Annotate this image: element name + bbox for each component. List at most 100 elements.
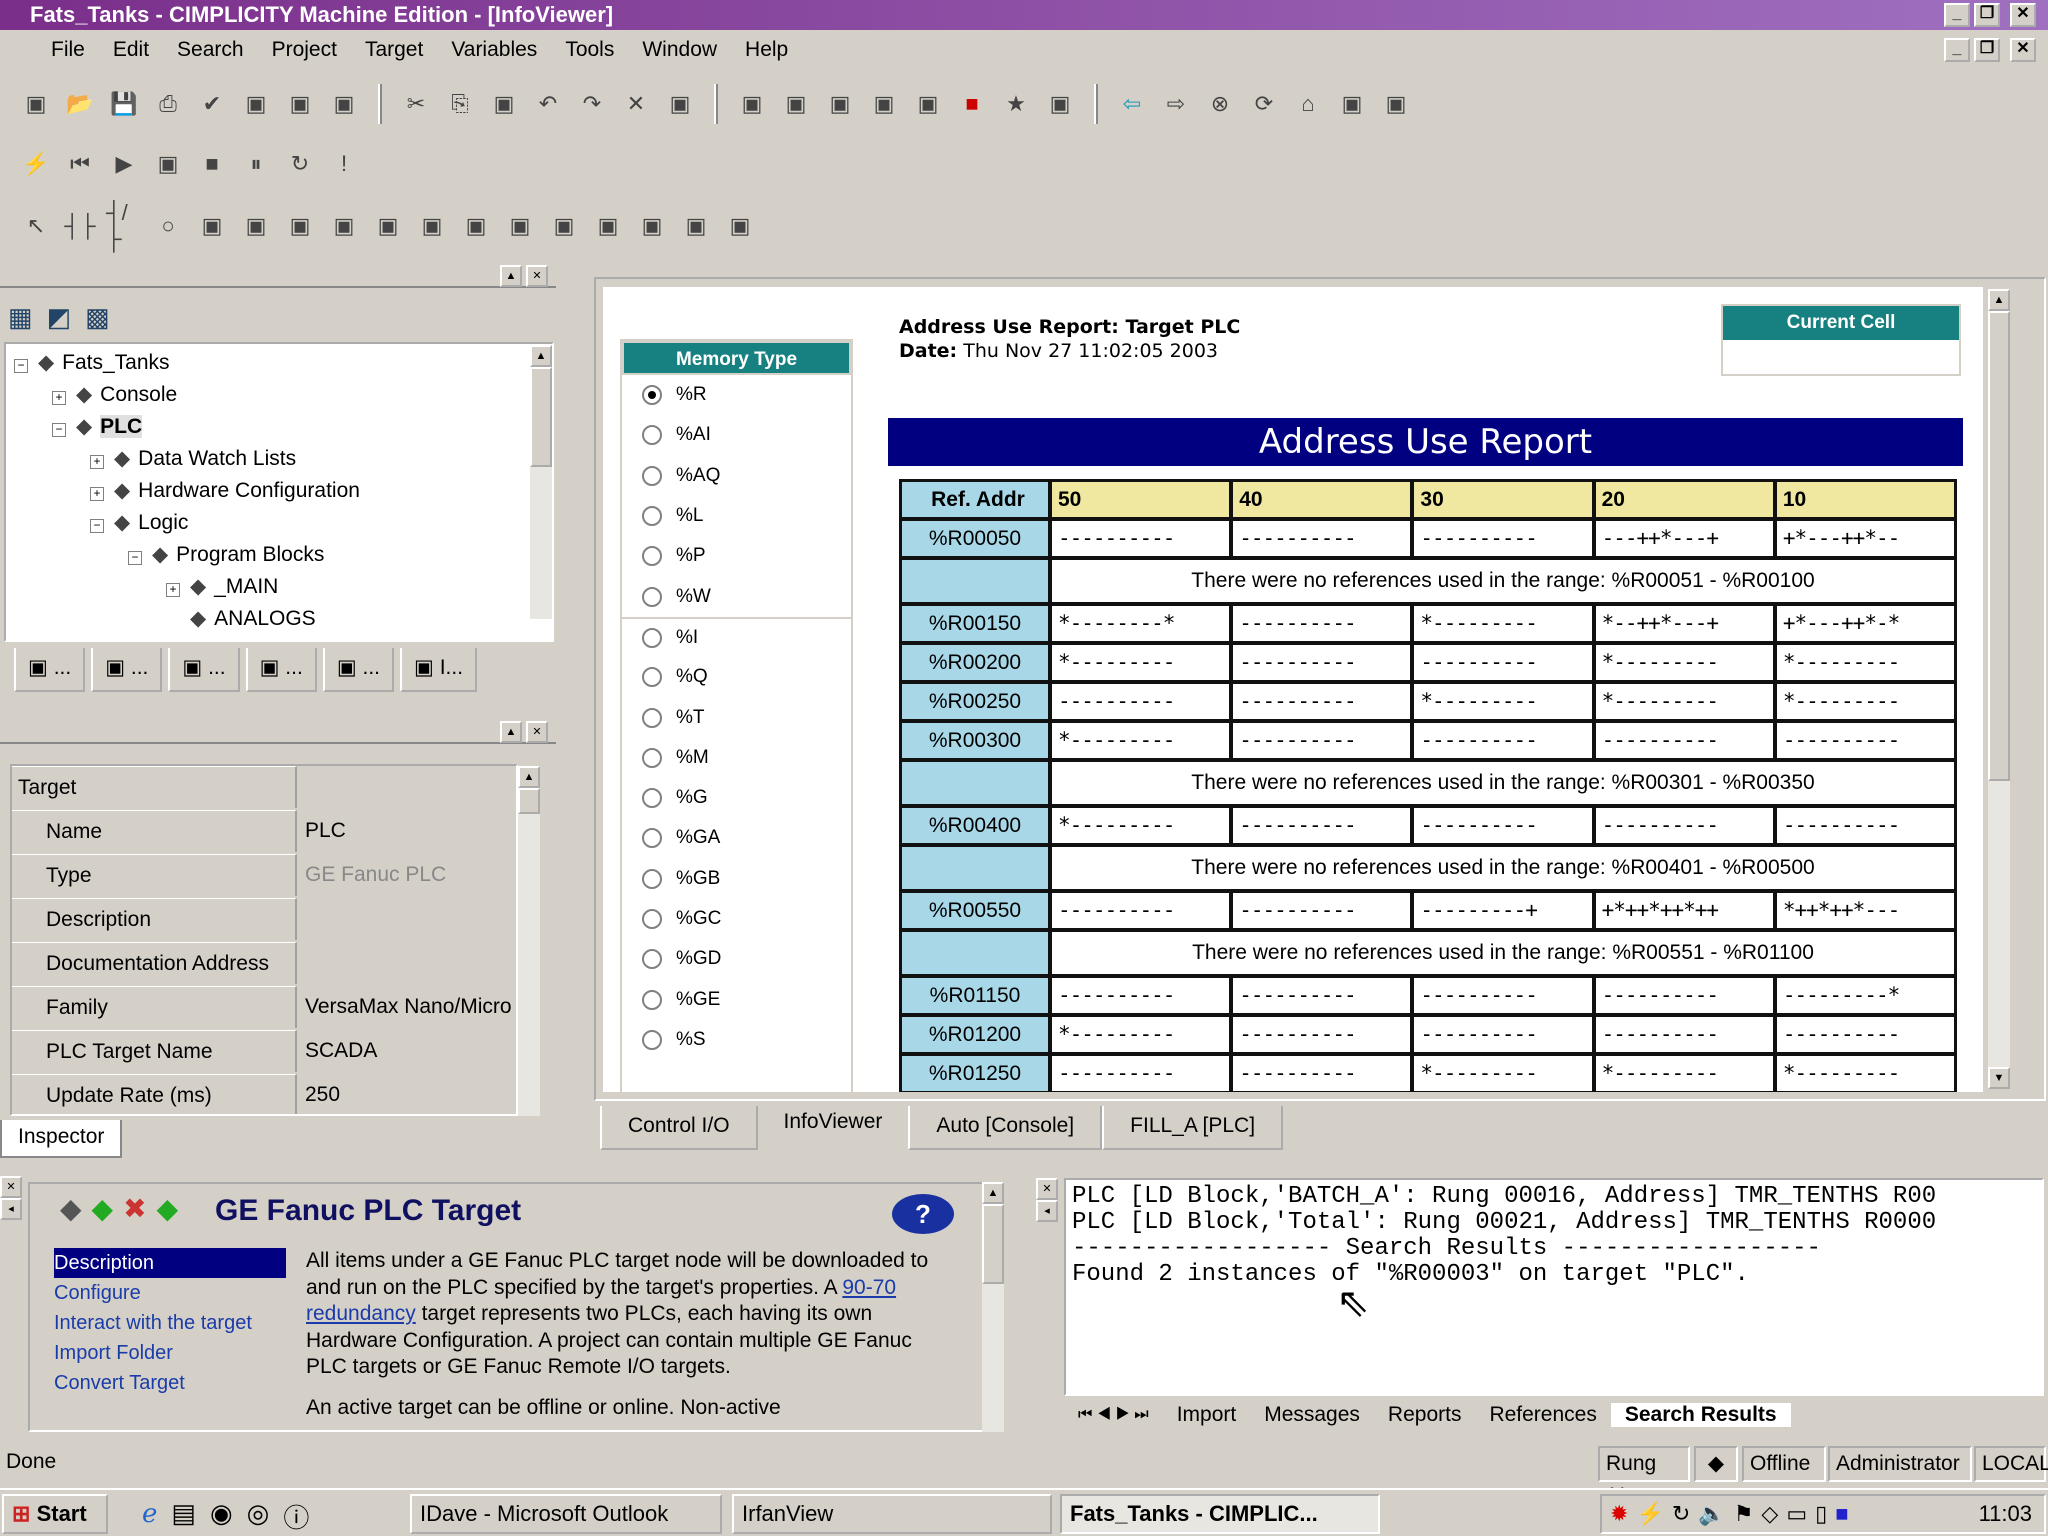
task-cimplicity[interactable]: Fats_Tanks - CIMPLIC... (1060, 1494, 1380, 1534)
menu-variables[interactable]: Variables (440, 38, 548, 62)
usage-cell[interactable]: ---------- (1414, 645, 1592, 680)
help-question-icon[interactable]: ? (892, 1194, 954, 1234)
usage-cell[interactable]: ---++*---+ (1595, 521, 1773, 556)
tree-item[interactable]: + ◆ Console (14, 379, 552, 411)
usage-cell[interactable]: ---------- (1776, 723, 1955, 758)
close-button[interactable]: ✕ (2010, 3, 2036, 27)
r-coil-icon[interactable]: ▣ (370, 208, 406, 244)
radio-button[interactable] (642, 546, 662, 567)
usage-cell[interactable]: *--------- (1595, 1056, 1773, 1091)
lightning-icon[interactable]: ⚡ (18, 146, 54, 182)
table-row[interactable]: %R00300 *--------- ---------- ---------- ---… (902, 723, 1955, 758)
task-irfanview[interactable]: IrfanView (732, 1494, 1052, 1534)
usage-cell[interactable]: *--------- (1052, 645, 1230, 680)
inspector-row[interactable]: Type GE Fanuc PLC (12, 854, 516, 898)
usage-cell[interactable]: ---------- (1233, 684, 1411, 719)
tree-item[interactable]: − ◆ Logic (14, 507, 552, 539)
usage-cell[interactable]: ---------- (1052, 893, 1230, 928)
navigator-tab[interactable]: ▣ ... (168, 648, 240, 692)
table-row[interactable]: %R00400 *--------- ---------- ---------- ---… (902, 808, 1955, 843)
tab-scroll-buttons[interactable]: ⏮ ◀ ▶ ⏭ (1064, 1406, 1163, 1424)
tab-search-results[interactable]: Search Results (1610, 1403, 1791, 1427)
inspector-maximize[interactable]: ▲ (500, 721, 522, 743)
print-icon[interactable]: ⎙ (150, 86, 186, 122)
table-row[interactable]: %R00200 *--------- ---------- ---------- *--… (902, 645, 1955, 680)
companion-vscroll[interactable]: ▲ (982, 1182, 1004, 1432)
usage-cell[interactable]: +*++*++*++ (1595, 893, 1773, 928)
rung-icon[interactable]: ▣ (634, 208, 670, 244)
usage-cell[interactable]: ---------- (1776, 808, 1955, 843)
inspector-row[interactable]: Update Rate (ms) 250 (12, 1074, 516, 1114)
menu-tools[interactable]: Tools (554, 38, 625, 62)
ref-addr[interactable]: %R00200 (902, 645, 1048, 680)
usage-cell[interactable]: *--------- (1776, 645, 1955, 680)
back-icon[interactable]: ⇦ (1114, 86, 1150, 122)
usage-cell[interactable]: ---------- (1233, 521, 1411, 556)
tray-sync-icon[interactable]: ↻ (1672, 1501, 1690, 1527)
expand-toggle-icon[interactable]: + (90, 487, 104, 501)
tray-network-icon[interactable]: ⚡ (1636, 1501, 1663, 1527)
usage-cell[interactable]: ---------- (1052, 521, 1230, 556)
property-value[interactable] (297, 942, 516, 984)
tree-item[interactable]: + ◆ Data Watch Lists (14, 443, 552, 475)
usage-cell[interactable]: +*---++*-- (1776, 521, 1955, 556)
edit-icon[interactable]: ▣ (722, 208, 758, 244)
pause-icon[interactable]: ⏸ (238, 146, 274, 182)
tray-monitor-icon[interactable]: ▭ (1786, 1501, 1807, 1527)
help-link-configure[interactable]: Configure (54, 1278, 286, 1308)
usage-cell[interactable]: ---------- (1052, 684, 1230, 719)
comment-icon[interactable]: ▣ (678, 208, 714, 244)
desktop-icon[interactable]: ▤ (171, 1498, 196, 1535)
copy-icon[interactable]: ⎘ (442, 86, 478, 122)
radio-button[interactable] (642, 747, 662, 768)
delete-icon[interactable]: ✕ (618, 86, 654, 122)
expand-toggle-icon[interactable]: + (52, 391, 66, 405)
doc-close-button[interactable]: ✕ (2010, 38, 2036, 62)
list-view-icon[interactable]: ▦ (8, 302, 33, 333)
usage-cell[interactable]: *++*++*--- (1776, 893, 1955, 928)
tree-item[interactable]: ◆ ANALOGS (14, 603, 552, 635)
menu-window[interactable]: Window (631, 38, 728, 62)
property-value[interactable]: VersaMax Nano/Micro (297, 986, 516, 1028)
usage-cell[interactable]: ---------+ (1414, 893, 1592, 928)
navigator-tab[interactable]: ▣ I... (400, 648, 478, 692)
usage-cell[interactable]: ---------- (1414, 1017, 1592, 1052)
radio-button[interactable] (642, 788, 662, 809)
tree-view-icon[interactable]: ◩ (47, 302, 72, 333)
usage-cell[interactable]: ---------- (1052, 978, 1230, 1013)
table-row[interactable]: %R00250 ---------- ---------- *--------- *--… (902, 684, 1955, 719)
expand-toggle-icon[interactable]: − (128, 551, 142, 565)
memory-type-option[interactable]: %AI (622, 415, 851, 455)
doc-minimize-button[interactable]: _ (1944, 38, 1970, 62)
ref-addr[interactable]: %R00550 (902, 893, 1048, 928)
set-coil-icon[interactable]: ▣ (238, 208, 274, 244)
inspector-row[interactable]: Description (12, 898, 516, 942)
cut-icon[interactable]: ✂ (398, 86, 434, 122)
navigator-icon[interactable]: ▣ (734, 86, 770, 122)
download-run-icon[interactable]: ▣ (282, 86, 318, 122)
inspector-vscroll[interactable]: ▲ (518, 766, 540, 1116)
inspector-close[interactable]: ✕ (526, 721, 548, 743)
select-all-icon[interactable]: ▣ (662, 86, 698, 122)
toolchest-icon[interactable]: ■ (954, 86, 990, 122)
bulb-icon[interactable]: ▣ (326, 86, 362, 122)
usage-cell[interactable]: *--------- (1052, 808, 1230, 843)
refresh-icon[interactable]: ⟳ (1246, 86, 1282, 122)
neg-coil-icon[interactable]: ▣ (194, 208, 230, 244)
ref-addr[interactable]: %R01200 (902, 1017, 1048, 1052)
menu-search[interactable]: Search (166, 38, 255, 62)
usage-cell[interactable]: ---------- (1414, 808, 1592, 843)
usage-cell[interactable]: ---------- (1776, 1017, 1955, 1052)
memory-type-option[interactable]: %GD (622, 939, 851, 979)
tab-inspector[interactable]: Inspector (0, 1120, 123, 1158)
feedback-collapse[interactable]: ◂ (1036, 1200, 1058, 1222)
usage-cell[interactable]: ---------- (1233, 978, 1411, 1013)
navigator-tab[interactable]: ▣ ... (91, 648, 163, 692)
usage-cell[interactable]: *--------- (1776, 1056, 1955, 1091)
companion-collapse[interactable]: ◂ (0, 1198, 22, 1220)
memory-type-option[interactable]: %G (622, 778, 851, 818)
data-watch-icon[interactable]: ▣ (910, 86, 946, 122)
ref-addr[interactable]: %R00300 (902, 723, 1048, 758)
help-link-description[interactable]: Description (54, 1248, 286, 1278)
no-contact-icon[interactable]: ┤├ (62, 208, 98, 244)
